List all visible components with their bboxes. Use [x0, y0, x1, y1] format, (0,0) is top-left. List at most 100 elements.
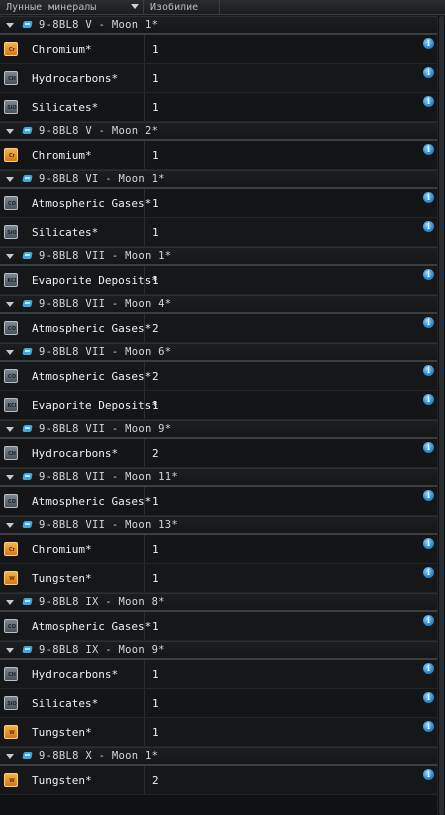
info-icon[interactable]: i: [423, 567, 434, 578]
moon-group-header[interactable]: 9-8BL8 VII - Moon 9*: [0, 420, 437, 439]
info-icon[interactable]: i: [423, 394, 434, 405]
caret-down-icon[interactable]: [6, 253, 14, 259]
info-icon[interactable]: i: [423, 96, 434, 107]
info-icon[interactable]: i: [423, 67, 434, 78]
info-icon[interactable]: i: [423, 144, 434, 155]
moon-group-header[interactable]: 9-8BL8 VII - Moon 6*: [0, 343, 437, 362]
mineral-row[interactable]: KCl Evaporite Deposits* 1 i: [0, 391, 437, 420]
info-icon[interactable]: i: [423, 721, 434, 732]
mineral-row[interactable]: SiO Silicates* 1 i: [0, 93, 437, 122]
mineral-row[interactable]: CH Hydrocarbons* 2 i: [0, 439, 437, 468]
mineral-icon: CO: [4, 494, 18, 508]
mineral-row[interactable]: Cr Chromium* 1 i: [0, 141, 437, 170]
mineral-icon: Cr: [4, 148, 18, 162]
mineral-icon: KCl: [4, 273, 18, 287]
info-icon[interactable]: i: [423, 615, 434, 626]
cell-divider: [144, 218, 145, 246]
mineral-row[interactable]: CO Atmospheric Gases* 1 i: [0, 487, 437, 516]
mineral-row[interactable]: CO Atmospheric Gases* 1 i: [0, 189, 437, 218]
mineral-row[interactable]: CH Hydrocarbons* 1 i: [0, 660, 437, 689]
info-icon[interactable]: i: [423, 692, 434, 703]
caret-down-icon[interactable]: [6, 349, 14, 355]
mineral-icon: CO: [4, 369, 18, 383]
mineral-row[interactable]: Cr Chromium* 1 i: [0, 35, 437, 64]
info-icon[interactable]: i: [423, 269, 434, 280]
mineral-name: Atmospheric Gases*: [32, 494, 152, 508]
mineral-row[interactable]: KCl Evaporite Deposits* 1 i: [0, 266, 437, 295]
column-header-abundance[interactable]: Изобилие: [144, 0, 220, 15]
info-icon[interactable]: i: [423, 38, 434, 49]
scrollbar[interactable]: [437, 16, 445, 815]
mineral-icon-label: CO: [8, 624, 16, 630]
moon-group-header[interactable]: 9-8BL8 VII - Moon 4*: [0, 295, 437, 314]
mineral-icon: W: [4, 773, 18, 787]
mineral-row[interactable]: CO Atmospheric Gases* 2 i: [0, 362, 437, 391]
moon-group-header[interactable]: 9-8BL8 X - Moon 1*: [0, 747, 437, 766]
moon-group-header[interactable]: 9-8BL8 VI - Moon 1*: [0, 170, 437, 189]
mineral-icon-label: CH: [8, 76, 16, 82]
info-icon[interactable]: i: [423, 769, 434, 780]
mineral-row[interactable]: CO Atmospheric Gases* 2 i: [0, 314, 437, 343]
mineral-row[interactable]: W Tungsten* 1 i: [0, 564, 437, 593]
caret-down-icon[interactable]: [6, 426, 14, 432]
mineral-abundance: 1: [152, 196, 159, 210]
mineral-name: Tungsten*: [32, 571, 92, 585]
moon-group-header[interactable]: 9-8BL8 V - Moon 2*: [0, 122, 437, 141]
caret-down-icon[interactable]: [6, 522, 14, 528]
moon-group-label: 9-8BL8 IX - Moon 8*: [39, 596, 165, 608]
mineral-name: Silicates*: [32, 225, 99, 239]
mineral-abundance: 1: [152, 571, 159, 585]
mineral-icon-label: CO: [8, 374, 16, 380]
moon-group-header[interactable]: 9-8BL8 V - Moon 1*: [0, 16, 437, 35]
mineral-row[interactable]: Cr Chromium* 1 i: [0, 535, 437, 564]
caret-down-icon[interactable]: [6, 753, 14, 759]
sort-desc-icon[interactable]: [131, 4, 139, 9]
caret-down-icon[interactable]: [6, 22, 14, 28]
mineral-icon: SiO: [4, 225, 18, 239]
caret-down-icon[interactable]: [6, 128, 14, 134]
moon-group-label: 9-8BL8 VII - Moon 1*: [39, 250, 172, 262]
moon-group-header[interactable]: 9-8BL8 VII - Moon 11*: [0, 468, 437, 487]
mineral-icon: CO: [4, 321, 18, 335]
moon-group-header[interactable]: 9-8BL8 VII - Moon 1*: [0, 247, 437, 266]
mineral-name: Evaporite Deposits*: [32, 398, 158, 412]
caret-down-icon[interactable]: [6, 176, 14, 182]
scrollbar-thumb[interactable]: [439, 16, 444, 815]
mineral-icon: Cr: [4, 542, 18, 556]
info-icon[interactable]: i: [423, 365, 434, 376]
mineral-row[interactable]: SiO Silicates* 1 i: [0, 689, 437, 718]
cell-divider: [144, 362, 145, 390]
cell-divider: [144, 766, 145, 794]
info-icon[interactable]: i: [423, 221, 434, 232]
mineral-row[interactable]: CH Hydrocarbons* 1 i: [0, 64, 437, 93]
moon-icon: [22, 597, 34, 607]
caret-down-icon[interactable]: [6, 599, 14, 605]
mineral-name: Silicates*: [32, 100, 99, 114]
info-icon[interactable]: i: [423, 442, 434, 453]
mineral-name: Hydrocarbons*: [32, 71, 119, 85]
moon-icon: [22, 251, 34, 261]
info-icon[interactable]: i: [423, 490, 434, 501]
mineral-row[interactable]: CO Atmospheric Gases* 1 i: [0, 612, 437, 641]
mineral-row[interactable]: W Tungsten* 1 i: [0, 718, 437, 747]
mineral-abundance: 1: [152, 42, 159, 56]
mineral-name: Chromium*: [32, 42, 92, 56]
info-icon[interactable]: i: [423, 317, 434, 328]
mineral-icon-label: CO: [8, 201, 16, 207]
mineral-name: Hydrocarbons*: [32, 667, 119, 681]
mineral-row[interactable]: SiO Silicates* 1 i: [0, 218, 437, 247]
caret-down-icon[interactable]: [6, 647, 14, 653]
info-icon[interactable]: i: [423, 538, 434, 549]
mineral-row[interactable]: W Tungsten* 2 i: [0, 766, 437, 795]
moon-group-header[interactable]: 9-8BL8 VII - Moon 13*: [0, 516, 437, 535]
caret-down-icon[interactable]: [6, 474, 14, 480]
caret-down-icon[interactable]: [6, 301, 14, 307]
moon-group-header[interactable]: 9-8BL8 IX - Moon 9*: [0, 641, 437, 660]
mineral-icon-label: CO: [8, 499, 16, 505]
info-icon[interactable]: i: [423, 192, 434, 203]
info-icon[interactable]: i: [423, 663, 434, 674]
moon-group-header[interactable]: 9-8BL8 IX - Moon 8*: [0, 593, 437, 612]
column-header-minerals[interactable]: Лунные минералы: [0, 0, 144, 15]
mineral-abundance: 1: [152, 494, 159, 508]
mineral-name: Tungsten*: [32, 773, 92, 787]
